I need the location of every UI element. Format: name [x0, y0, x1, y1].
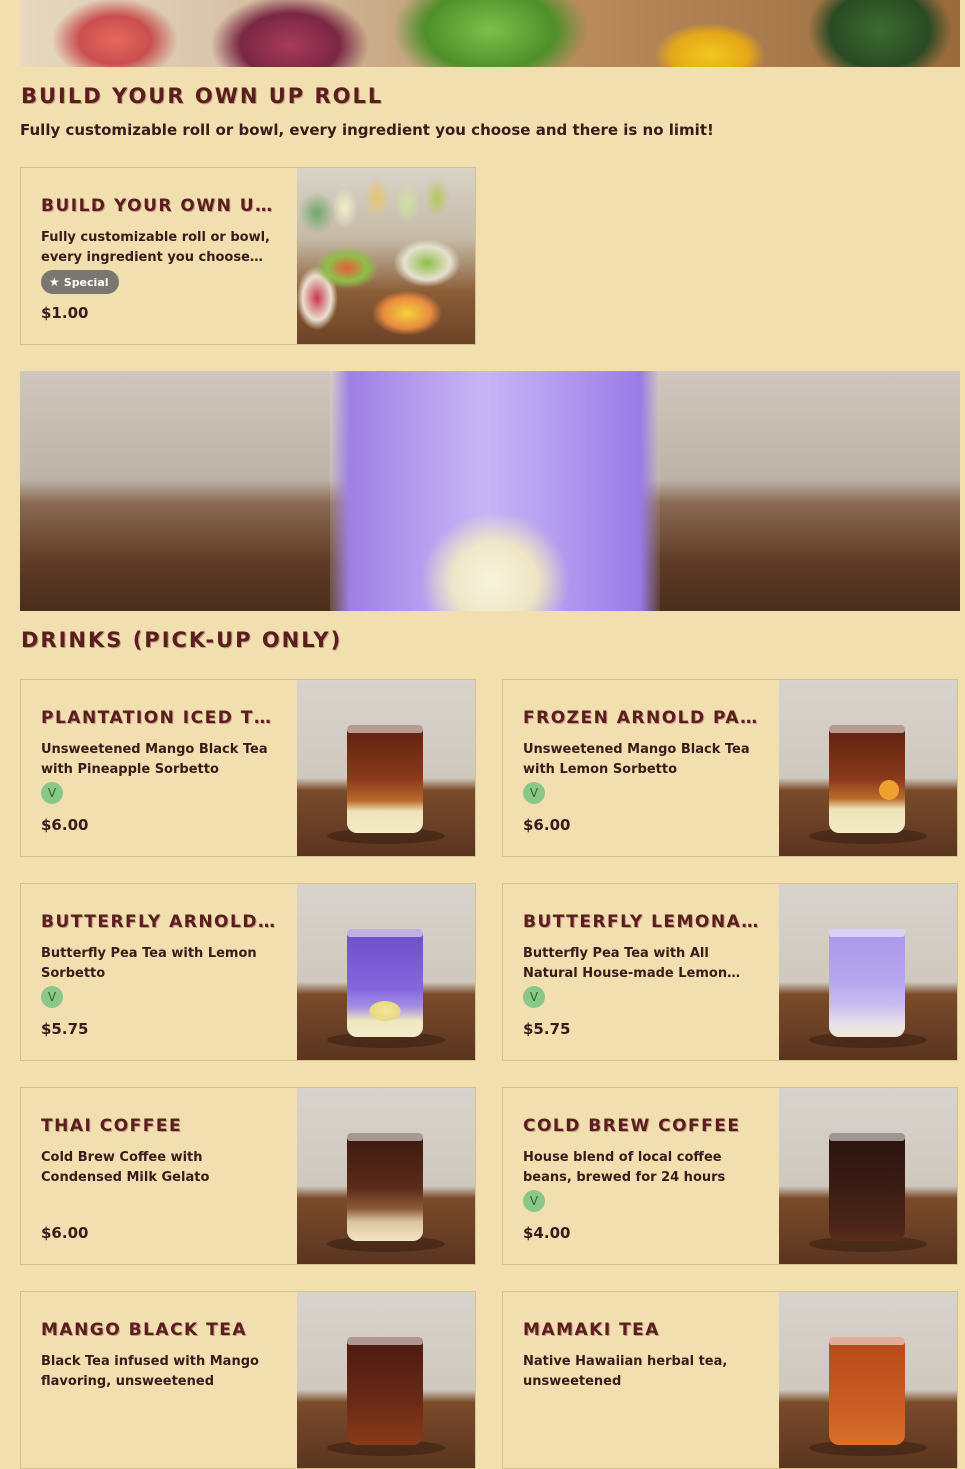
- menu-item-image: [779, 680, 957, 856]
- menu-item-title: Plantation Iced Tea: [41, 708, 279, 728]
- menu-item-image: [297, 680, 475, 856]
- menu-item-price: $5.75: [41, 1020, 89, 1038]
- menu-item-price: $6.00: [41, 816, 89, 834]
- drinks-banner-image: [20, 371, 960, 611]
- menu-item-image: [779, 884, 957, 1060]
- menu-item-image: [779, 1088, 957, 1264]
- menu-item-card-mango-black-tea[interactable]: Mango Black Tea Black Tea infused with M…: [20, 1291, 476, 1469]
- section-title-roll: Build Your Own UP Roll: [21, 84, 384, 108]
- menu-item-description: Butterfly Pea Tea with All Natural House…: [523, 946, 728, 981]
- menu-item-price: $1.00: [41, 304, 89, 322]
- menu-item-price: $6.00: [523, 816, 571, 834]
- menu-item-price: $4.00: [523, 1224, 571, 1242]
- menu-item-card-mamaki-tea[interactable]: Mamaki Tea Native Hawaiian herbal tea, u…: [502, 1291, 958, 1469]
- star-icon: ★: [49, 275, 60, 289]
- roll-banner-image: [20, 0, 960, 67]
- menu-item-price: $5.75: [523, 1020, 571, 1038]
- menu-item-card-build-roll[interactable]: Build Your Own UP Roll Fully customizabl…: [20, 167, 476, 345]
- vegetarian-badge: V: [41, 782, 63, 804]
- menu-item-image: [297, 1088, 475, 1264]
- menu-item-title: Mango Black Tea: [41, 1320, 248, 1340]
- menu-item-price: $6.00: [41, 1224, 89, 1242]
- menu-item-image: [779, 1292, 957, 1468]
- menu-item-card-butterfly-lemonade[interactable]: Butterfly Lemonade Butterfly Pea Tea wit…: [502, 883, 958, 1061]
- menu-item-title: Frozen Arnold Palmer: [523, 708, 761, 728]
- menu-item-title: Thai Coffee: [41, 1116, 183, 1136]
- menu-item-image: [297, 1292, 475, 1468]
- menu-item-title: Butterfly Arnold Palmer: [41, 912, 279, 932]
- vegetarian-badge: V: [523, 782, 545, 804]
- menu-item-description: Fully customizable roll or bowl, every i…: [41, 230, 270, 265]
- vegetarian-badge: V: [41, 986, 63, 1008]
- menu-item-image: [297, 884, 475, 1060]
- menu-item-description: Unsweetened Mango Black Tea with Lemon S…: [523, 742, 750, 777]
- menu-item-description: House blend of local coffee beans, brewe…: [523, 1150, 726, 1185]
- section-title-drinks: Drinks (Pick-up Only): [21, 628, 343, 652]
- menu-item-description: Black Tea infused with Mango flavoring, …: [41, 1354, 259, 1389]
- menu-item-card-frozen-arnold-palmer[interactable]: Frozen Arnold Palmer Unsweetened Mango B…: [502, 679, 958, 857]
- menu-item-title: Mamaki Tea: [523, 1320, 660, 1340]
- menu-item-card-thai-coffee[interactable]: Thai Coffee Cold Brew Coffee with Conden…: [20, 1087, 476, 1265]
- vegetarian-badge: V: [523, 986, 545, 1008]
- menu-item-title: Build Your Own UP Roll: [41, 196, 279, 216]
- menu-item-description: Butterfly Pea Tea with Lemon Sorbetto: [41, 946, 257, 981]
- menu-item-description: Cold Brew Coffee with Condensed Milk Gel…: [41, 1150, 210, 1185]
- menu-item-image: [297, 168, 475, 344]
- menu-item-card-plantation-iced-tea[interactable]: Plantation Iced Tea Unsweetened Mango Bl…: [20, 679, 476, 857]
- menu-item-description: Native Hawaiian herbal tea, unsweetened: [523, 1354, 728, 1389]
- menu-item-title: Cold Brew Coffee: [523, 1116, 741, 1136]
- menu-item-description: Unsweetened Mango Black Tea with Pineapp…: [41, 742, 268, 777]
- menu-item-card-cold-brew-coffee[interactable]: Cold Brew Coffee House blend of local co…: [502, 1087, 958, 1265]
- section-subtitle-roll: Fully customizable roll or bowl, every i…: [20, 121, 714, 139]
- vegetarian-badge: V: [523, 1190, 545, 1212]
- special-badge: ★ Special: [41, 270, 119, 294]
- special-badge-label: Special: [63, 275, 109, 289]
- menu-item-title: Butterfly Lemonade: [523, 912, 761, 932]
- menu-item-card-butterfly-arnold-palmer[interactable]: Butterfly Arnold Palmer Butterfly Pea Te…: [20, 883, 476, 1061]
